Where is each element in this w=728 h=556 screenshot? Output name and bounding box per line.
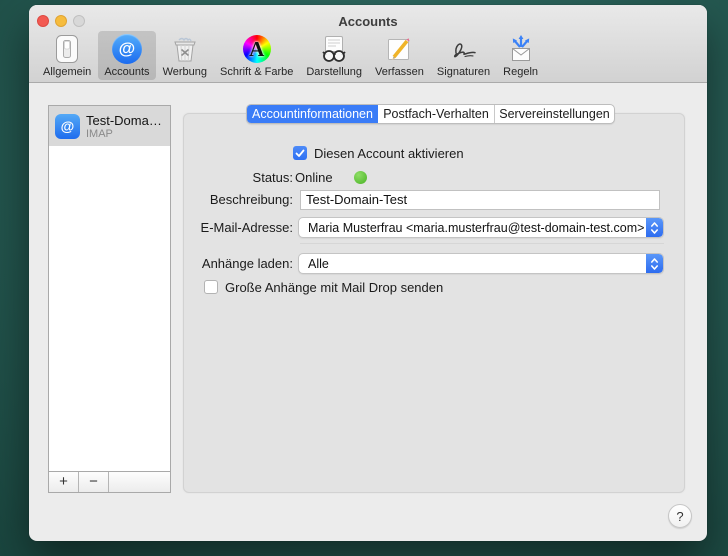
- add-account-button[interactable]: +: [49, 472, 79, 492]
- account-texts: Test-Doma… IMAP: [86, 113, 162, 140]
- attachments-label: Anhänge laden:: [69, 256, 293, 271]
- popup-stepper-icon: [646, 218, 663, 237]
- toolbar-item-label: Allgemein: [43, 66, 91, 78]
- signature-icon: [448, 33, 480, 65]
- toolbar-item-verfassen[interactable]: Verfassen: [369, 31, 430, 80]
- junk-trash-icon: [169, 33, 201, 65]
- toolbar-item-allgemein[interactable]: Allgemein: [37, 31, 97, 80]
- toolbar-item-accounts[interactable]: @ Accounts: [98, 31, 155, 80]
- description-label: Beschreibung:: [69, 192, 293, 207]
- tab-servereinstellungen[interactable]: Servereinstellungen: [494, 105, 614, 123]
- toolbar-item-label: Regeln: [503, 66, 538, 78]
- email-address-popup[interactable]: Maria Musterfrau <maria.musterfrau@test-…: [298, 217, 664, 238]
- sidebar-footer-filler: [109, 472, 170, 492]
- fonts-colors-icon: A: [241, 33, 273, 65]
- help-button[interactable]: ?: [668, 504, 692, 528]
- status-value: Online: [295, 170, 333, 185]
- compose-pencil-icon: [383, 33, 415, 65]
- remove-account-button[interactable]: −: [79, 472, 109, 492]
- description-field[interactable]: Test-Domain-Test: [300, 190, 660, 210]
- status-label: Status:: [69, 170, 293, 185]
- toolbar-item-signaturen[interactable]: Signaturen: [431, 31, 496, 80]
- window-title: Accounts: [29, 14, 707, 29]
- accounts-sidebar: @ Test-Doma… IMAP + −: [48, 105, 171, 493]
- toolbar-item-label: Accounts: [104, 66, 149, 78]
- mail-preferences-window: Accounts Allgemein @ Accounts: [29, 5, 707, 541]
- enable-account-checkbox[interactable]: [293, 146, 307, 160]
- toolbar-item-label: Darstellung: [306, 66, 362, 78]
- window-chrome: Accounts Allgemein @ Accounts: [29, 5, 707, 83]
- viewing-glasses-icon: [318, 33, 350, 65]
- toolbar-item-regeln[interactable]: Regeln: [497, 31, 544, 80]
- email-label: E-Mail-Adresse:: [69, 220, 293, 235]
- email-address-value: Maria Musterfrau <maria.musterfrau@test-…: [299, 221, 646, 235]
- status-online-dot: [354, 171, 367, 184]
- tab-postfach-verhalten[interactable]: Postfach-Verhalten: [378, 105, 494, 123]
- toolbar-item-darstellung[interactable]: Darstellung: [300, 31, 368, 80]
- sidebar-footer: + −: [49, 471, 170, 492]
- toolbar-item-schrift-farbe[interactable]: A Schrift & Farbe: [214, 31, 299, 80]
- section-divider: [300, 243, 664, 244]
- preferences-toolbar: Allgemein @ Accounts: [37, 31, 703, 83]
- download-attachments-popup[interactable]: Alle: [298, 253, 664, 274]
- toolbar-item-label: Signaturen: [437, 66, 490, 78]
- account-list-item[interactable]: @ Test-Doma… IMAP: [49, 106, 170, 146]
- tab-accountinformationen[interactable]: Accountinformationen: [247, 105, 378, 123]
- maildrop-label: Große Anhänge mit Mail Drop senden: [225, 280, 443, 295]
- account-at-icon: @: [55, 114, 80, 139]
- account-tabs: Accountinformationen Postfach-Verhalten …: [246, 104, 615, 124]
- accounts-at-icon: @: [111, 33, 143, 65]
- general-switch-icon: [51, 33, 83, 65]
- toolbar-item-label: Verfassen: [375, 66, 424, 78]
- toolbar-item-label: Schrift & Farbe: [220, 66, 293, 78]
- enable-account-label: Diesen Account aktivieren: [314, 146, 464, 161]
- rules-envelope-icon: [505, 33, 537, 65]
- toolbar-item-label: Werbung: [163, 66, 207, 78]
- download-attachments-value: Alle: [299, 257, 646, 271]
- toolbar-item-werbung[interactable]: Werbung: [157, 31, 213, 80]
- account-type: IMAP: [86, 128, 162, 140]
- popup-stepper-icon: [646, 254, 663, 273]
- account-name: Test-Doma…: [86, 113, 162, 128]
- maildrop-checkbox[interactable]: [204, 280, 218, 294]
